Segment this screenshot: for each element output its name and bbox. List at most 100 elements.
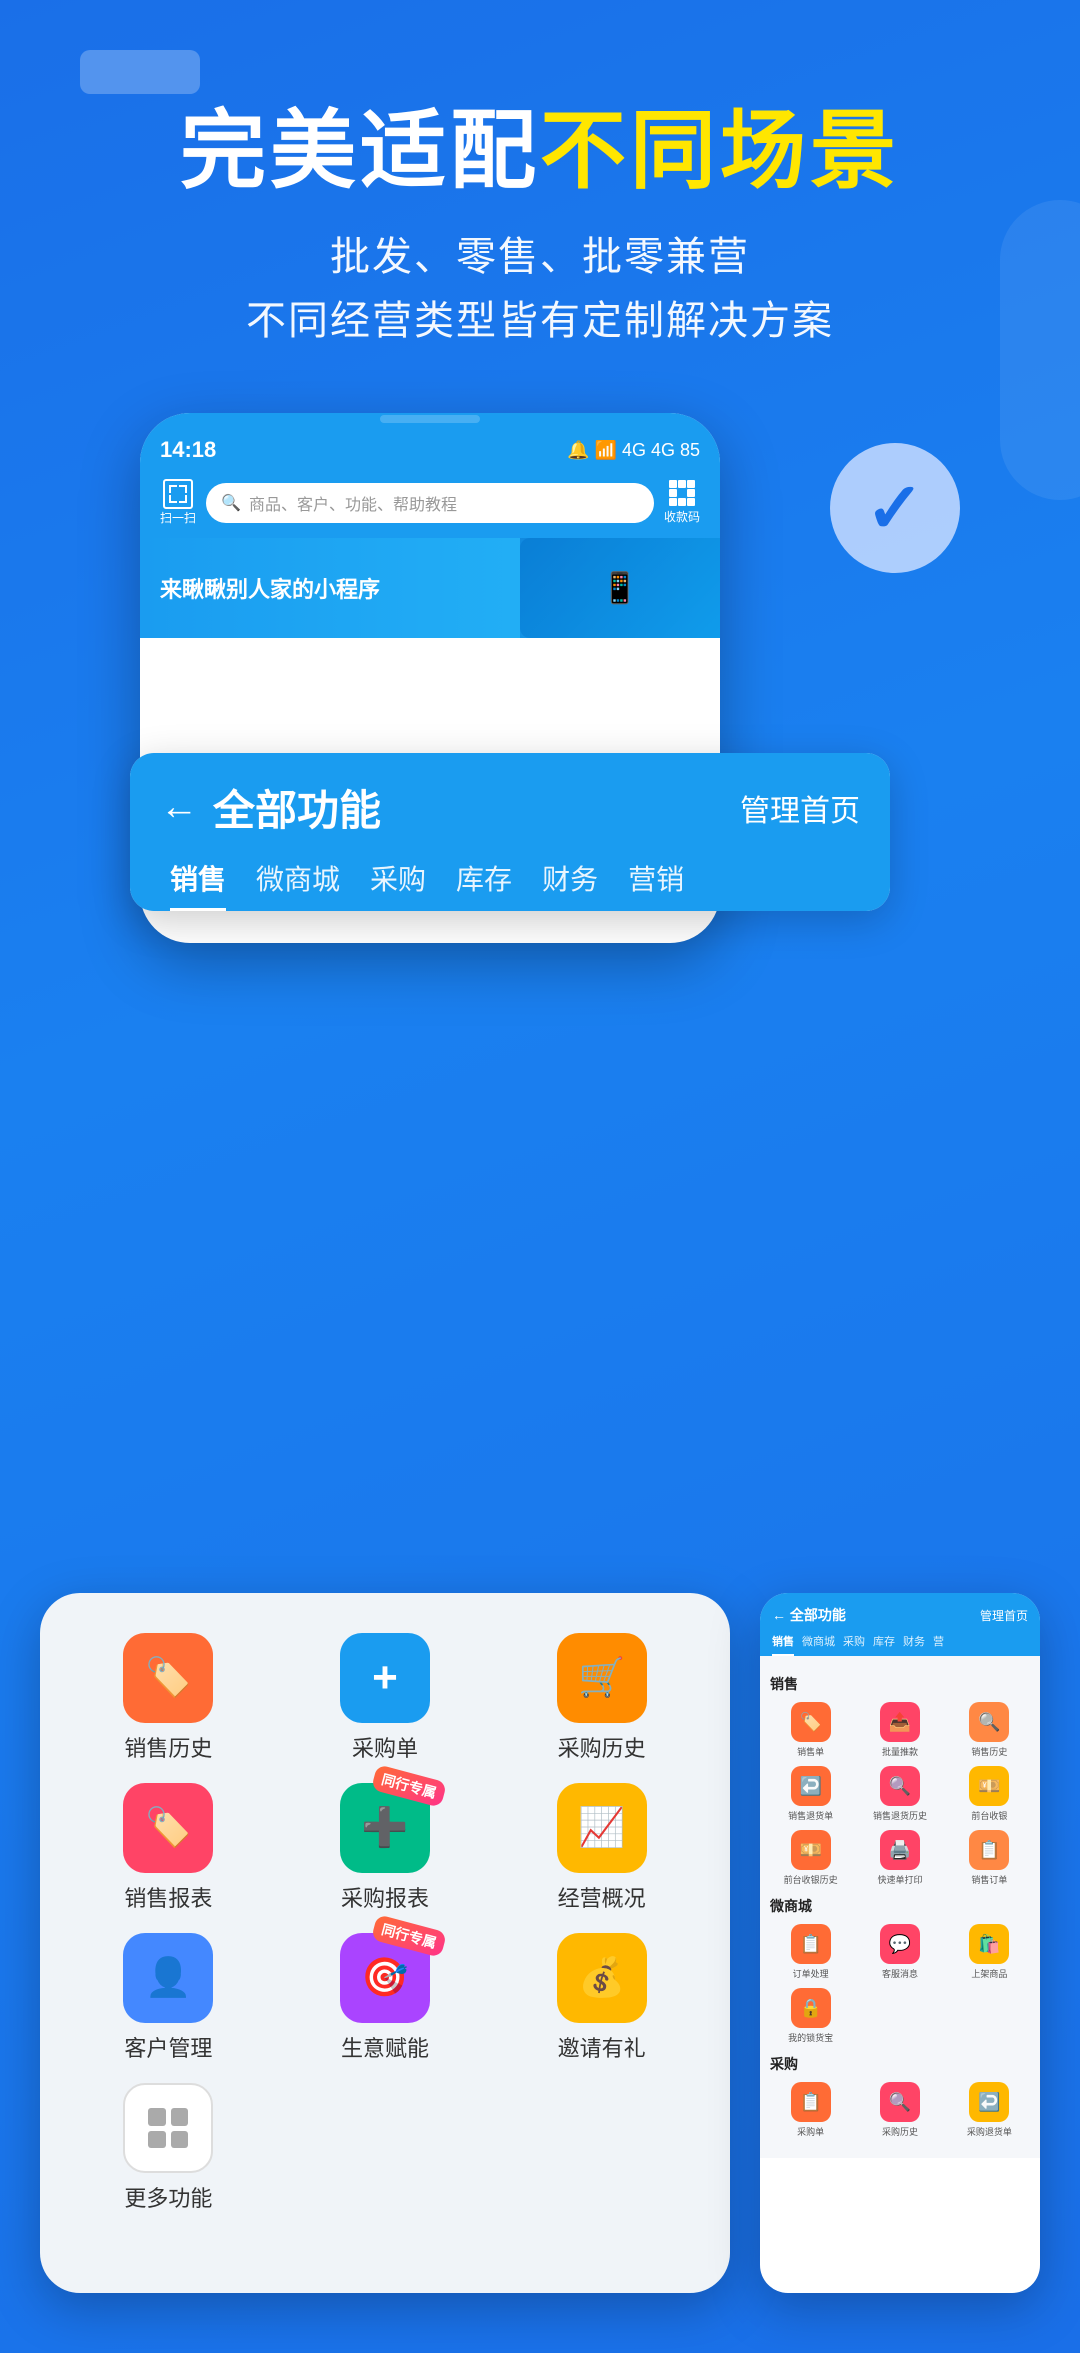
right-sales-grid: 🏷️ 销售单 📤 批量推款 🔍 销售历史 ↩️ 销售退货单 — [770, 1702, 1030, 1886]
list-item: 💴 前台收银 — [949, 1766, 1030, 1822]
check-icon: ✓ — [866, 467, 925, 549]
list-item: 🔒 我的锁货宝 — [770, 1988, 851, 2044]
check-circle: ✓ — [830, 443, 960, 573]
phone-banner-text: 来瞅瞅别人家的小程序 — [160, 572, 380, 604]
hero-title: 完美适配不同场景 — [60, 80, 1020, 205]
right-phone-title-row: ← 全部功能 管理首页 — [772, 1605, 1028, 1625]
list-item: 🔍 销售退货历史 — [859, 1766, 940, 1822]
phone-search-input[interactable]: 🔍 商品、客户、功能、帮助教程 — [206, 483, 654, 523]
tab-wechat-mall[interactable]: 微商城 — [256, 858, 340, 911]
right-icon-label: 客服消息 — [882, 1967, 918, 1980]
phone-search-bar: 扫一扫 🔍 商品、客户、功能、帮助教程 收款码 — [140, 471, 720, 538]
right-phone-back-arrow[interactable]: ← 全部功能 — [772, 1605, 846, 1625]
icon-label-sales-history: 销售历史 — [124, 1731, 212, 1763]
scan-label: 扫一扫 — [160, 509, 196, 526]
list-item: 🛒 采购历史 — [503, 1633, 700, 1763]
function-card-title-row: ← 全部功能 管理首页 — [160, 777, 860, 838]
right-phone-body: 销售 🏷️ 销售单 📤 批量推款 🔍 销售历史 ↩️ — [760, 1656, 1040, 2158]
right-icon-label: 批量推款 — [882, 1745, 918, 1758]
list-item: ↩️ 销售退货单 — [770, 1766, 851, 1822]
right-icon-label: 销售退货单 — [788, 1809, 833, 1822]
icon-label-purchase-order: 采购单 — [352, 1731, 418, 1763]
tab-sales[interactable]: 销售 — [170, 858, 226, 911]
hero-subtitle-line1: 批发、零售、批零兼营 — [60, 225, 1020, 289]
icon-grid: 🏷️ 销售历史 + 采购单 🛒 采购历史 — [60, 1623, 710, 2223]
tab-purchase[interactable]: 采购 — [370, 858, 426, 911]
right-icon-label: 前台收银 — [971, 1809, 1007, 1822]
hero-title-highlight: 不同场景 — [540, 103, 900, 199]
list-item: 🛍️ 上架商品 — [949, 1924, 1030, 1980]
right-icon-label: 上架商品 — [971, 1967, 1007, 1980]
right-tab-inventory[interactable]: 库存 — [873, 1633, 895, 1656]
bg-circle-decoration — [1000, 200, 1080, 500]
phone-status-icons: 🔔 📶 4G 4G 85 — [567, 440, 700, 461]
right-section-title-wechat: 微商城 — [770, 1896, 1030, 1916]
list-item: 📤 批量推款 — [859, 1702, 940, 1758]
phone-banner-image: 📱 — [520, 538, 720, 638]
back-arrow-icon[interactable]: ← — [160, 786, 198, 829]
manage-home-button[interactable]: 管理首页 — [740, 786, 860, 830]
right-icon-label: 销售历史 — [971, 1745, 1007, 1758]
icon-label-more-functions: 更多功能 — [124, 2181, 212, 2213]
right-icon-label: 快速单打印 — [877, 1873, 922, 1886]
phone-status-bar: 14:18 🔔 📶 4G 4G 85 — [140, 425, 720, 471]
right-phone-manage-home[interactable]: 管理首页 — [980, 1607, 1028, 1624]
right-tab-marketing[interactable]: 营 — [933, 1633, 944, 1656]
list-item: 📋 销售订单 — [949, 1830, 1030, 1886]
qr-icon-box: 收款码 — [664, 480, 700, 525]
icon-label-sales-report: 销售报表 — [124, 1881, 212, 1913]
list-item: 💰 邀请有礼 — [503, 1933, 700, 2063]
more-functions-box[interactable] — [123, 2083, 213, 2173]
list-item: 🖨️ 快速单打印 — [859, 1830, 940, 1886]
icon-label-business-overview: 经营概况 — [558, 1881, 646, 1913]
icon-label-business-empowerment: 生意赋能 — [341, 2031, 429, 2063]
right-tab-purchase[interactable]: 采购 — [843, 1633, 865, 1656]
list-item: 👤 客户管理 — [70, 1933, 267, 2063]
right-icon-label: 前台收银历史 — [784, 1873, 838, 1886]
list-item: 📋 采购单 — [770, 2082, 851, 2138]
list-item: 🏷️ 销售单 — [770, 1702, 851, 1758]
right-purchase-grid: 📋 采购单 🔍 采购历史 ↩️ 采购退货单 — [770, 2082, 1030, 2138]
list-item: 🎯 同行专属 生意赋能 — [287, 1933, 484, 2063]
left-phone-mockup: 🏷️ 销售历史 + 采购单 🛒 采购历史 — [40, 1593, 730, 2293]
list-item: + 采购单 — [287, 1633, 484, 1763]
right-icon-label: 订单处理 — [793, 1967, 829, 1980]
list-item: ➕ 同行专属 采购报表 — [287, 1783, 484, 1913]
hero-subtitle-line2: 不同经营类型皆有定制解决方案 — [60, 289, 1020, 353]
list-item: ↩️ 采购退货单 — [949, 2082, 1030, 2138]
icon-label-purchase-report: 采购报表 — [341, 1881, 429, 1913]
icon-label-purchase-history: 采购历史 — [558, 1731, 646, 1763]
hero-subtitle: 批发、零售、批零兼营 不同经营类型皆有定制解决方案 — [60, 225, 1020, 353]
function-card-header: ← 全部功能 管理首页 销售 微商城 采购 库存 财务 营销 — [130, 753, 890, 911]
function-card-title: ← 全部功能 — [160, 777, 381, 838]
phone-area: ✓ 14:18 🔔 📶 4G 4G 85 — [90, 413, 990, 973]
right-phone-tabs: 销售 微商城 采购 库存 财务 营 — [772, 1633, 1028, 1656]
right-section-title-purchase: 采购 — [770, 2054, 1030, 2074]
right-section-title-sales: 销售 — [770, 1674, 1030, 1694]
hero-title-part1: 完美适配 — [180, 103, 540, 199]
right-icon-label: 我的锁货宝 — [788, 2031, 833, 2044]
right-icon-label: 采购历史 — [882, 2125, 918, 2138]
right-icon-label: 采购退货单 — [967, 2125, 1012, 2138]
scan-icon-box: 扫一扫 — [160, 479, 196, 526]
list-item-more[interactable]: 更多功能 — [70, 2083, 267, 2213]
function-card: ← 全部功能 管理首页 销售 微商城 采购 库存 财务 营销 — [130, 753, 890, 911]
tab-inventory[interactable]: 库存 — [456, 858, 512, 911]
list-item: 🏷️ 销售历史 — [70, 1633, 267, 1763]
tab-marketing[interactable]: 营销 — [628, 858, 684, 911]
right-tab-finance[interactable]: 财务 — [903, 1633, 925, 1656]
grid-icon — [148, 2108, 188, 2148]
function-tabs: 销售 微商城 采购 库存 财务 营销 — [160, 858, 860, 911]
bottom-section: 🏷️ 销售历史 + 采购单 🛒 采购历史 — [0, 1593, 1080, 2353]
right-phone-header: ← 全部功能 管理首页 销售 微商城 采购 库存 财务 营 — [760, 1593, 1040, 1656]
tab-finance[interactable]: 财务 — [542, 858, 598, 911]
right-tab-wechat[interactable]: 微商城 — [802, 1633, 835, 1656]
list-item: 📈 经营概况 — [503, 1783, 700, 1913]
main-background: 完美适配不同场景 批发、零售、批零兼营 不同经营类型皆有定制解决方案 ✓ 14:… — [0, 0, 1080, 2353]
icon-label-invite-gift: 邀请有礼 — [558, 2031, 646, 2063]
search-placeholder-text: 商品、客户、功能、帮助教程 — [249, 491, 457, 515]
right-phone-title: ← 全部功能 — [772, 1605, 846, 1625]
right-tab-sales[interactable]: 销售 — [772, 1633, 794, 1656]
right-icon-label: 销售订单 — [971, 1873, 1007, 1886]
top-tag-decoration — [80, 50, 200, 94]
